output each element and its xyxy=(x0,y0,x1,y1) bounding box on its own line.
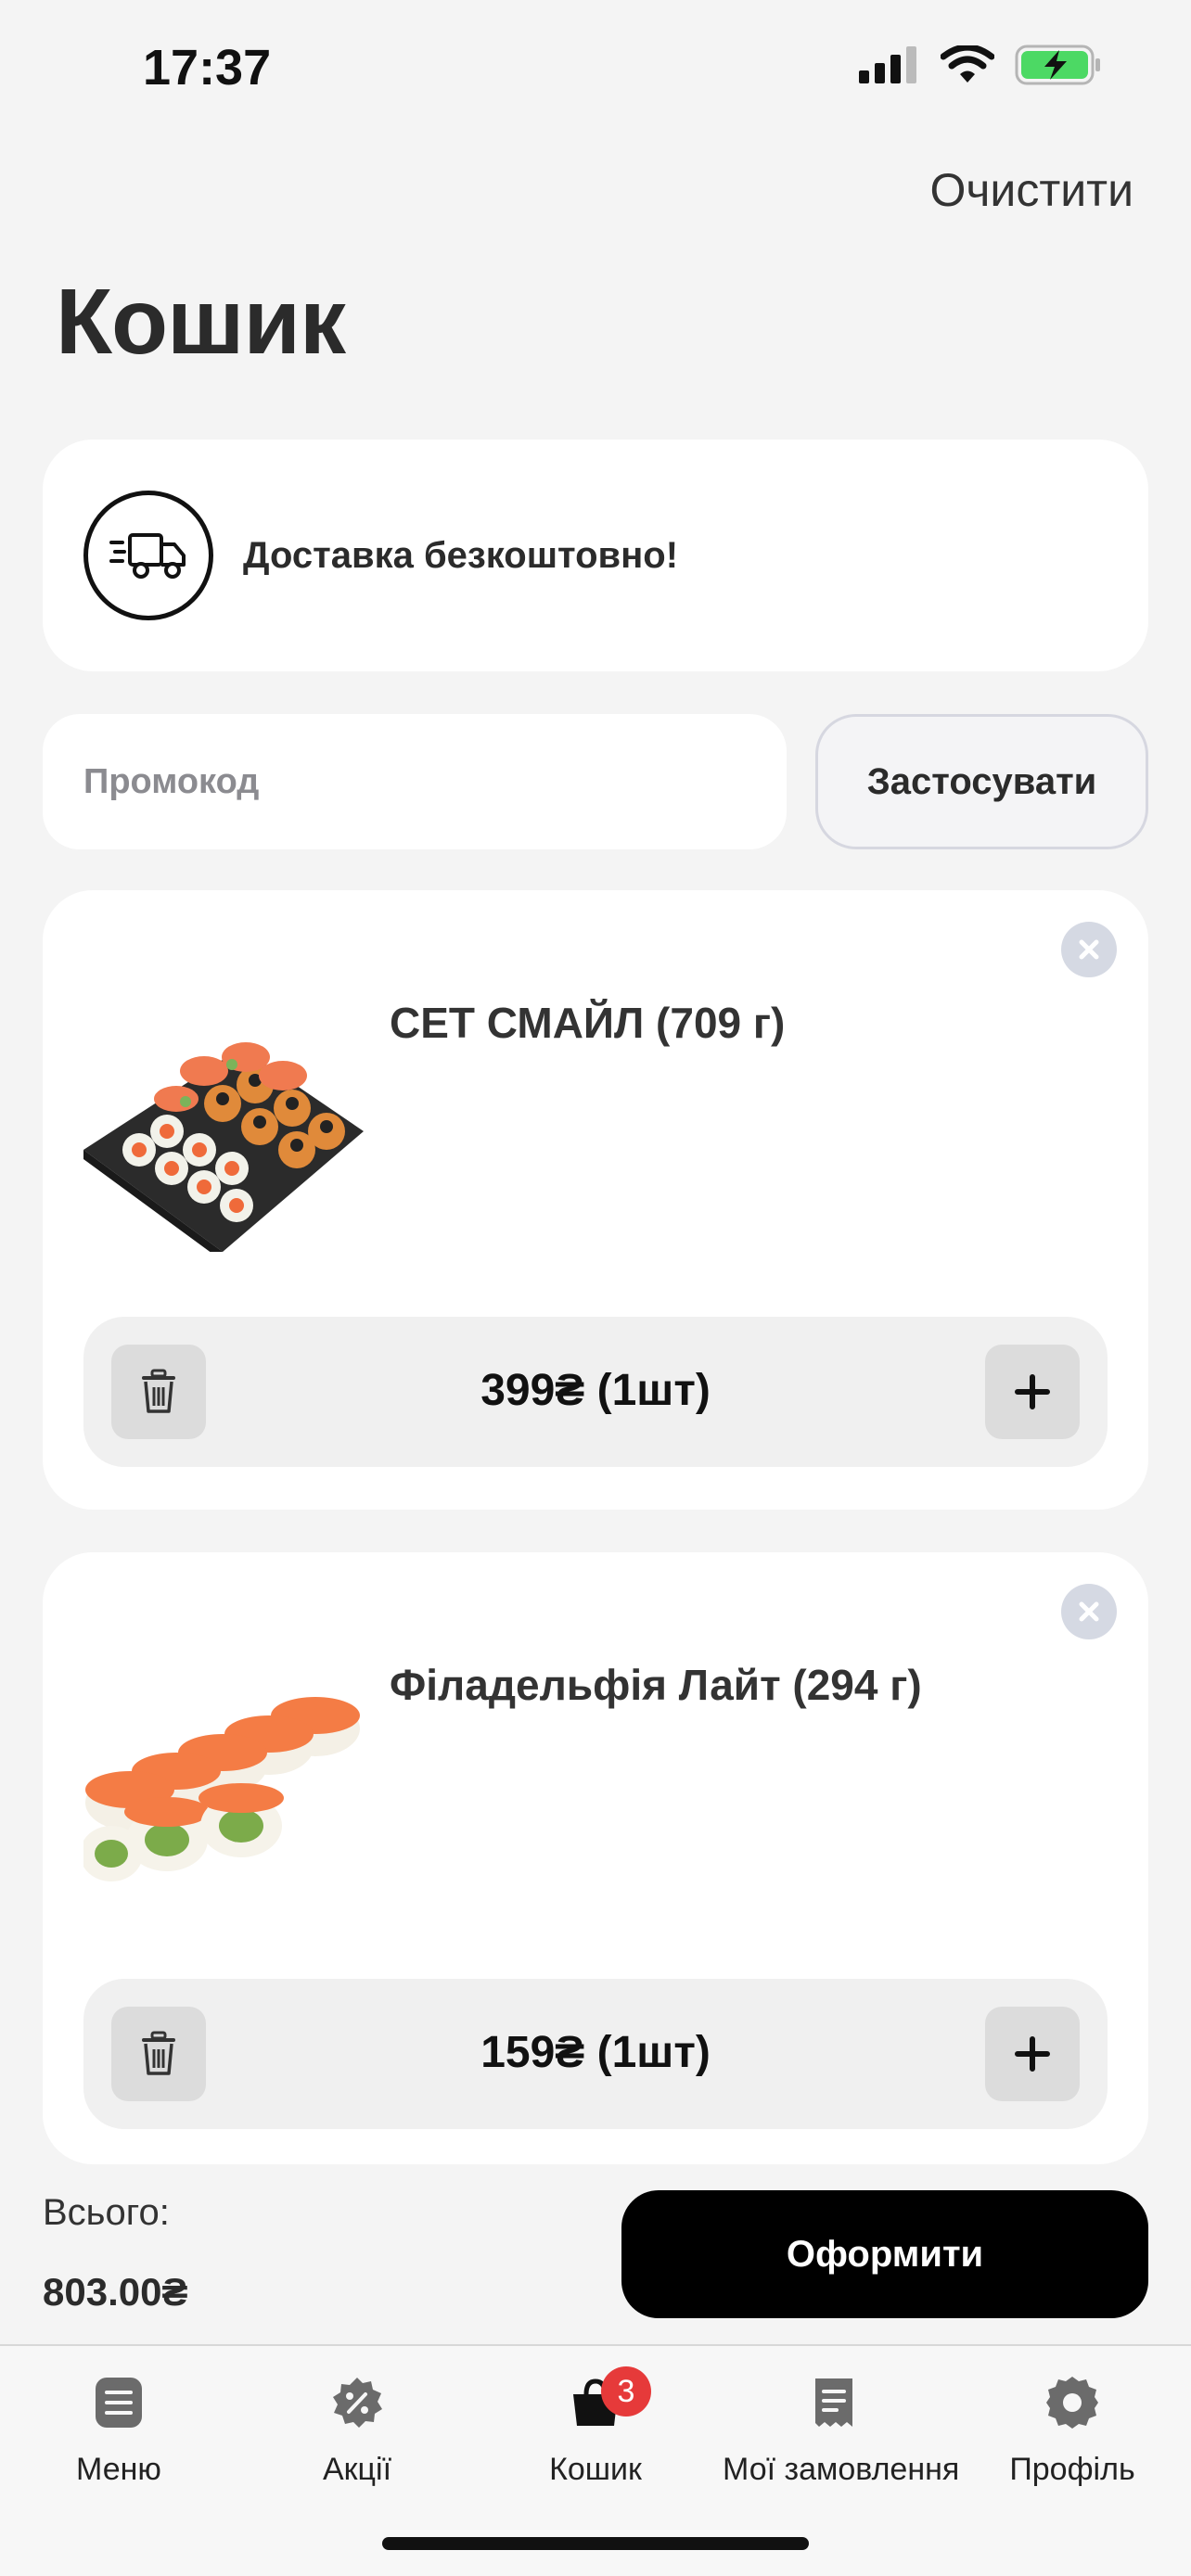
total-value: 803.00₴ xyxy=(43,2270,188,2314)
battery-charging-icon xyxy=(1015,45,1100,85)
cart-badge: 3 xyxy=(601,2366,651,2417)
tab-label: Акції xyxy=(322,2452,392,2487)
profile-icon xyxy=(961,2372,1184,2433)
delivery-text: Доставка безкоштовно! xyxy=(243,534,679,576)
receipt-icon xyxy=(723,2372,945,2433)
checkout-footer: Всього: 803.00₴ Оформити xyxy=(0,2164,1191,2344)
promo-code-input[interactable] xyxy=(43,714,787,849)
tab-discounts[interactable]: Акції xyxy=(246,2372,468,2488)
remove-item-icon[interactable] xyxy=(1061,922,1117,977)
item-price-quantity: 159₴ (1шт) xyxy=(480,2028,711,2077)
tab-profile[interactable]: Профіль xyxy=(961,2372,1184,2488)
apply-promo-button[interactable]: Застосувати xyxy=(815,714,1148,849)
plus-icon[interactable] xyxy=(985,2007,1080,2101)
philadelphia-roll-image xyxy=(83,1697,360,1881)
tab-my-orders[interactable]: Мої замовлення xyxy=(723,2372,960,2488)
tab-menu[interactable]: Меню xyxy=(7,2372,230,2488)
tab-label: Профіль xyxy=(1009,2452,1135,2487)
wifi-icon xyxy=(941,45,994,83)
sushi-set-image xyxy=(83,1042,364,1252)
tab-label: Меню xyxy=(76,2452,161,2487)
cart-bag-icon: 3 xyxy=(484,2366,707,2433)
tab-label: Кошик xyxy=(549,2452,642,2487)
delivery-banner: Доставка безкоштовно! xyxy=(43,440,1148,671)
discount-icon xyxy=(246,2372,468,2433)
cart-item: Філадельфія Лайт (294 г) 159₴ (1шт) xyxy=(43,1552,1148,2164)
home-indicator xyxy=(382,2537,809,2550)
plus-icon[interactable] xyxy=(985,1345,1080,1439)
signal-icon xyxy=(859,46,916,83)
status-time: 17:37 xyxy=(143,40,272,96)
menu-icon xyxy=(7,2372,230,2433)
total-label: Всього: xyxy=(43,2192,170,2233)
item-price-quantity: 399₴ (1шт) xyxy=(480,1366,711,1415)
tab-cart[interactable]: 3 Кошик xyxy=(484,2366,707,2488)
quantity-stepper: 399₴ (1шт) xyxy=(83,1317,1108,1467)
page-title: Кошик xyxy=(56,270,346,374)
quantity-stepper: 159₴ (1шт) xyxy=(83,1979,1108,2129)
tab-label: Мої замовлення xyxy=(723,2452,960,2487)
clear-cart-button[interactable]: Очистити xyxy=(929,163,1133,217)
item-name: СЕТ СМАЙЛ (709 г) xyxy=(390,999,786,1047)
item-name: Філадельфія Лайт (294 г) xyxy=(390,1661,922,1709)
status-icons xyxy=(859,45,1102,85)
cart-item: СЕТ СМАЙЛ (709 г) 399₴ (1шт) xyxy=(43,890,1148,1510)
truck-icon xyxy=(83,491,213,620)
remove-item-icon[interactable] xyxy=(1061,1584,1117,1639)
checkout-button[interactable]: Оформити xyxy=(621,2190,1148,2318)
status-bar: 17:37 xyxy=(0,0,1191,139)
